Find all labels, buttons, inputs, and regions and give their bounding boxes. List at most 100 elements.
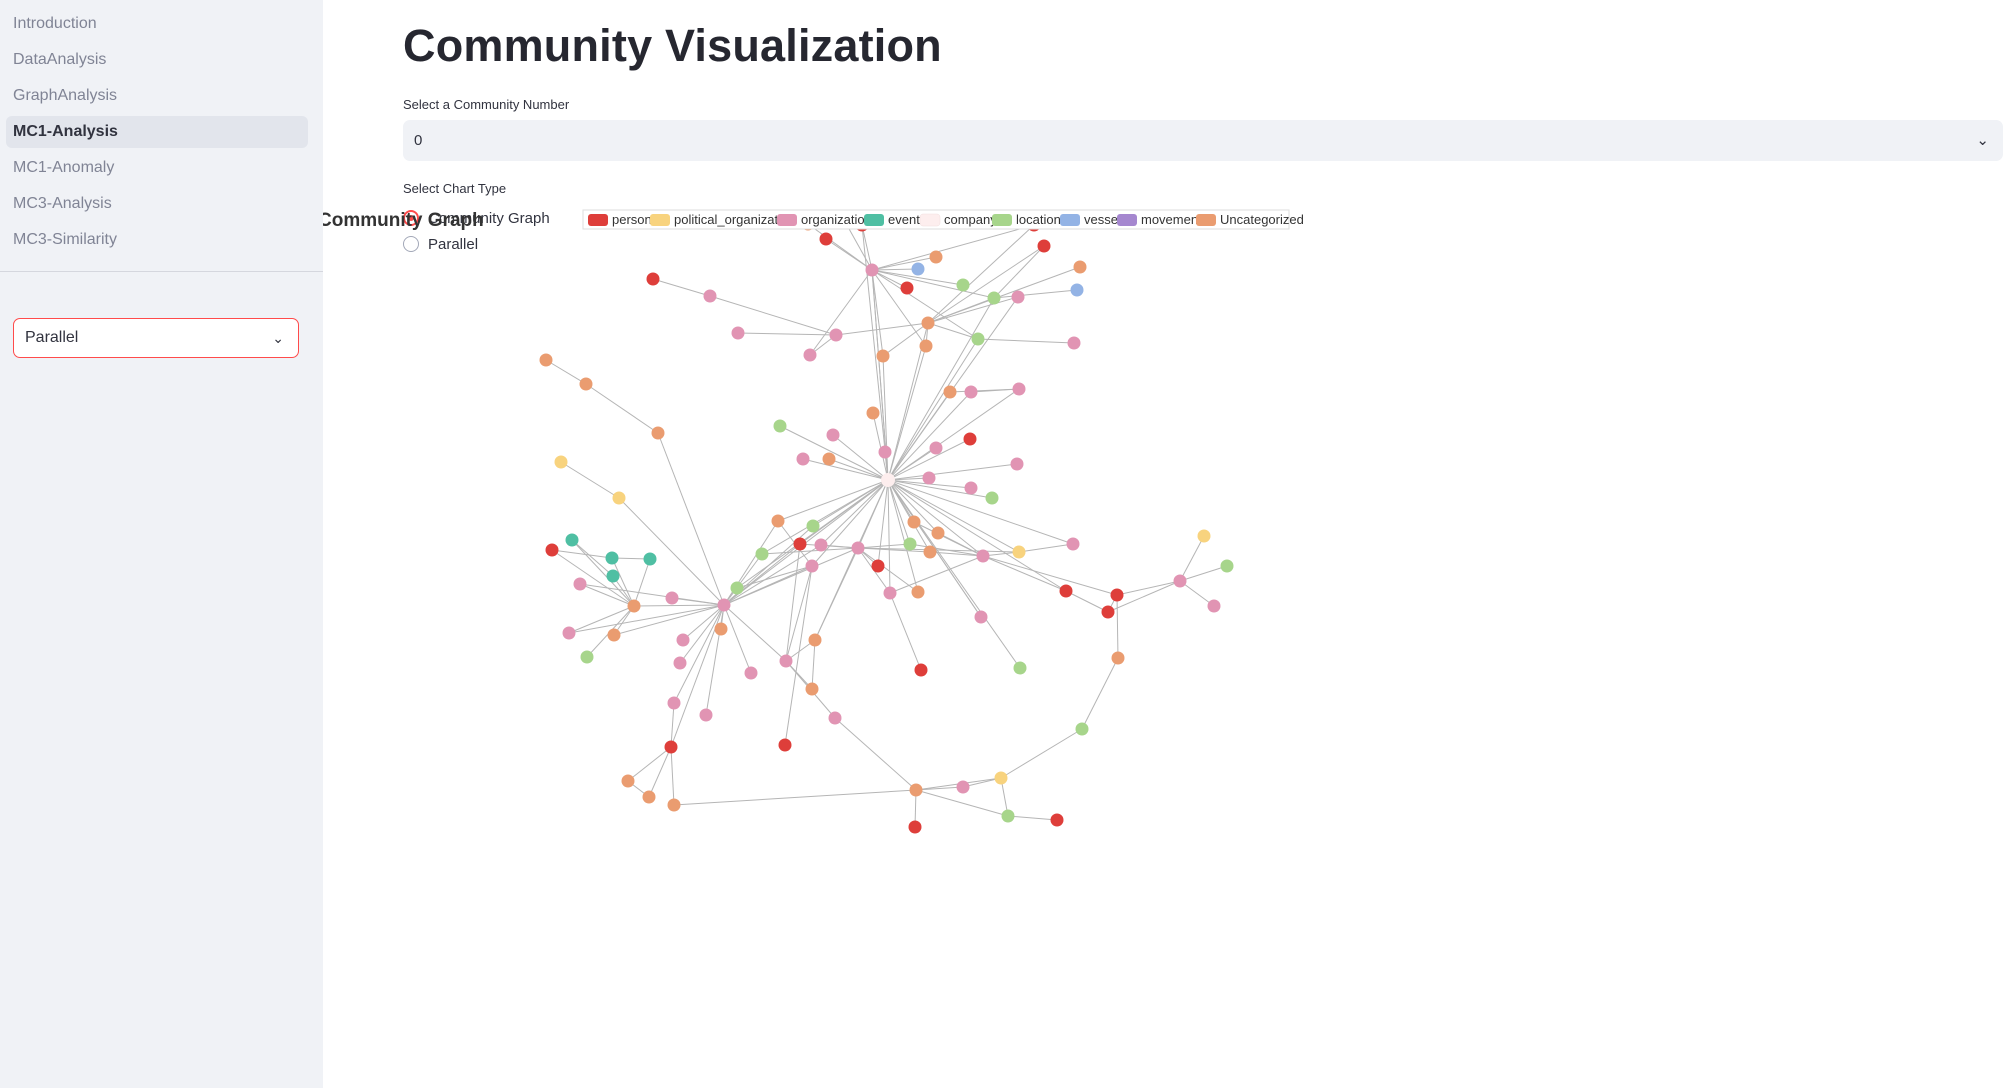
graph-node-person[interactable] [963,432,977,446]
graph-node-vessel[interactable] [911,262,925,276]
legend-item-uncategorized[interactable]: Uncategorized [1196,212,1304,227]
graph-node-organization[interactable] [974,610,988,624]
graph-node-person[interactable] [664,740,678,754]
graph-node-organization[interactable] [796,452,810,466]
graph-node-political-organization[interactable] [994,771,1008,785]
legend-item-event[interactable]: event [864,212,920,227]
graph-node-uncategorized[interactable] [909,783,923,797]
graph-node-vessel[interactable] [1070,283,1084,297]
sidebar-chart-select[interactable]: Parallel ⌄ [13,318,299,358]
nav-item-mc1-anomaly[interactable]: MC1-Anomaly [6,152,308,184]
graph-node-uncategorized[interactable] [579,377,593,391]
graph-node-organization[interactable] [779,654,793,668]
graph-node-organization[interactable] [805,559,819,573]
graph-node-person[interactable] [778,738,792,752]
graph-node-company[interactable] [881,473,895,487]
graph-node-location[interactable] [971,332,985,346]
graph-node-organization[interactable] [744,666,758,680]
graph-node-person[interactable] [1101,605,1115,619]
graph-node-uncategorized[interactable] [808,633,822,647]
graph-node-organization[interactable] [665,591,679,605]
graph-node-organization[interactable] [814,538,828,552]
graph-node-person[interactable] [871,559,885,573]
graph-node-uncategorized[interactable] [607,628,621,642]
graph-node-uncategorized[interactable] [1111,651,1125,665]
graph-node-uncategorized[interactable] [771,514,785,528]
nav-item-mc1-analysis[interactable]: MC1-Analysis [6,116,308,148]
graph-node-location[interactable] [806,519,820,533]
legend-item-vessel[interactable]: vessel [1060,212,1121,227]
legend-item-company[interactable]: company [919,212,997,227]
graph-node-event[interactable] [606,569,620,583]
graph-node-organization[interactable] [699,708,713,722]
graph-node-uncategorized[interactable] [943,385,957,399]
graph-node-event[interactable] [643,552,657,566]
graph-node-political-organization[interactable] [554,455,568,469]
graph-node-person[interactable] [1059,584,1073,598]
graph-node-person[interactable] [908,820,922,834]
graph-node-organization[interactable] [883,586,897,600]
nav-item-dataanalysis[interactable]: DataAnalysis [6,44,308,76]
graph-node-location[interactable] [1075,722,1089,736]
graph-node-organization[interactable] [922,471,936,485]
nav-item-mc3-similarity[interactable]: MC3-Similarity [6,224,308,256]
nav-item-graphanalysis[interactable]: GraphAnalysis [6,80,308,112]
graph-node-uncategorized[interactable] [923,545,937,559]
graph-node-uncategorized[interactable] [929,250,943,264]
graph-node-person[interactable] [1050,813,1064,827]
graph-node-uncategorized[interactable] [907,515,921,529]
graph-node-uncategorized[interactable] [911,585,925,599]
graph-node-organization[interactable] [851,541,865,555]
graph-node-organization[interactable] [976,549,990,563]
graph-node-location[interactable] [1013,661,1027,675]
graph-node-uncategorized[interactable] [919,339,933,353]
nav-item-mc3-analysis[interactable]: MC3-Analysis [6,188,308,220]
graph-node-organization[interactable] [865,263,879,277]
graph-node-uncategorized[interactable] [822,452,836,466]
graph-node-organization[interactable] [676,633,690,647]
graph-node-political-organization[interactable] [1197,529,1211,543]
graph-node-organization[interactable] [826,428,840,442]
community-graph-chart[interactable]: person political_organization organization… [323,0,2013,1088]
graph-node-organization[interactable] [964,481,978,495]
graph-node-location[interactable] [730,581,744,595]
graph-node-political-organization[interactable] [1012,545,1026,559]
graph-node-organization[interactable] [562,626,576,640]
graph-node-organization[interactable] [956,780,970,794]
graph-node-person[interactable] [1037,239,1051,253]
graph-node-person[interactable] [900,281,914,295]
graph-node-person[interactable] [1110,588,1124,602]
graph-node-location[interactable] [985,491,999,505]
graph-node-location[interactable] [755,547,769,561]
graph-node-uncategorized[interactable] [667,798,681,812]
graph-node-location[interactable] [903,537,917,551]
graph-node-organization[interactable] [1173,574,1187,588]
graph-node-location[interactable] [956,278,970,292]
graph-node-organization[interactable] [964,385,978,399]
graph-node-location[interactable] [773,419,787,433]
legend-item-organization[interactable]: organization [777,212,872,227]
graph-node-uncategorized[interactable] [714,622,728,636]
graph-node-organization[interactable] [1010,457,1024,471]
legend-item-person[interactable]: person [588,212,652,227]
graph-node-location[interactable] [987,291,1001,305]
graph-node-uncategorized[interactable] [866,406,880,420]
graph-node-uncategorized[interactable] [876,349,890,363]
graph-node-location[interactable] [1001,809,1015,823]
nav-item-introduction[interactable]: Introduction [6,8,308,40]
graph-node-uncategorized[interactable] [921,316,935,330]
graph-node-uncategorized[interactable] [539,353,553,367]
graph-node-person[interactable] [819,232,833,246]
graph-node-uncategorized[interactable] [931,526,945,540]
legend-item-location[interactable]: location [992,212,1061,227]
graph-node-location[interactable] [1220,559,1234,573]
graph-node-uncategorized[interactable] [627,599,641,613]
graph-node-uncategorized[interactable] [651,426,665,440]
graph-node-person[interactable] [646,272,660,286]
graph-node-uncategorized[interactable] [805,682,819,696]
graph-node-political-organization[interactable] [612,491,626,505]
graph-node-organization[interactable] [1012,382,1026,396]
graph-node-location[interactable] [580,650,594,664]
graph-node-uncategorized[interactable] [621,774,635,788]
graph-node-organization[interactable] [829,328,843,342]
